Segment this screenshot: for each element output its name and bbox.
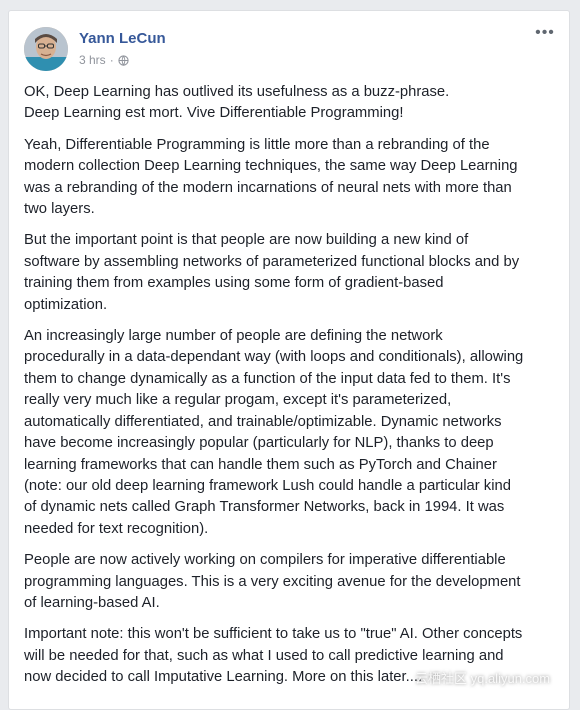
post-time[interactable]: 3 hrs [79, 53, 106, 67]
post-text-line: really very much like a regular progam, … [24, 392, 452, 409]
post-text-line: Deep Learning est mort. Vive Differentia… [24, 105, 404, 122]
post-header: Yann LeCun 3 hrs · ••• [9, 11, 569, 75]
post-text-line: software by assembling networks of param… [24, 253, 520, 270]
post-text-line: optimization. [24, 296, 108, 313]
post-text-line: Important note: this won't be sufficient… [24, 626, 523, 643]
post-text-line: learning frameworks that can handle them… [24, 456, 497, 473]
post-text-line: training them from examples using some f… [24, 275, 444, 292]
post-text-line: will be needed for that, such as what I … [24, 647, 504, 664]
post-text-line: have become increasingly popular (partic… [24, 435, 494, 452]
post-text-line: needed for text recognition). [24, 520, 209, 537]
post-paragraph: OK, Deep Learning has outlived its usefu… [24, 82, 558, 125]
post-body: OK, Deep Learning has outlived its usefu… [24, 82, 558, 699]
post-text-line: procedurally in a data-dependant way (wi… [24, 349, 524, 366]
watermark: 云栖社区 yq.aliyun.com [415, 671, 551, 686]
post-text-line: An increasingly large number of people a… [24, 328, 443, 345]
author-name[interactable]: Yann LeCun [79, 30, 166, 47]
post-text-line: of dynamic nets called Graph Transformer… [24, 499, 505, 516]
post-text-line: of learning-based AI. [24, 594, 160, 611]
avatar-photo [24, 27, 68, 71]
post-text-line: them to change dynamically as a function… [24, 370, 511, 387]
post-paragraph: But the important point is that people a… [24, 230, 558, 316]
post-text-line: OK, Deep Learning has outlived its usefu… [24, 84, 450, 100]
post-card: Yann LeCun 3 hrs · ••• OK, Deep Learning… [8, 10, 570, 710]
post-text-line: programming languages. This is a very ex… [24, 573, 521, 590]
post-text-line: But the important point is that people a… [24, 232, 469, 249]
post-text-line: (note: our old deep learning framework L… [24, 477, 511, 494]
post-text-line: automatically differentiated, and traina… [24, 413, 502, 430]
post-paragraph: Yeah, Differentiable Programming is litt… [24, 135, 558, 221]
post-text-line: was a rebranding of the modern incarnati… [24, 179, 512, 196]
post-text-line: Yeah, Differentiable Programming is litt… [24, 136, 490, 153]
globe-icon[interactable] [118, 54, 129, 66]
meta-separator: · [109, 53, 114, 67]
post-meta: 3 hrs · [79, 53, 129, 67]
post-paragraph: An increasingly large number of people a… [24, 326, 558, 540]
post-text-line: modern collection Deep Learning techniqu… [24, 158, 518, 175]
avatar[interactable] [24, 27, 68, 71]
post-paragraph: People are now actively working on compi… [24, 550, 558, 614]
post-text-line: two layers. [24, 201, 95, 218]
more-options-icon[interactable]: ••• [533, 24, 557, 41]
post-text-line: People are now actively working on compi… [24, 552, 506, 569]
